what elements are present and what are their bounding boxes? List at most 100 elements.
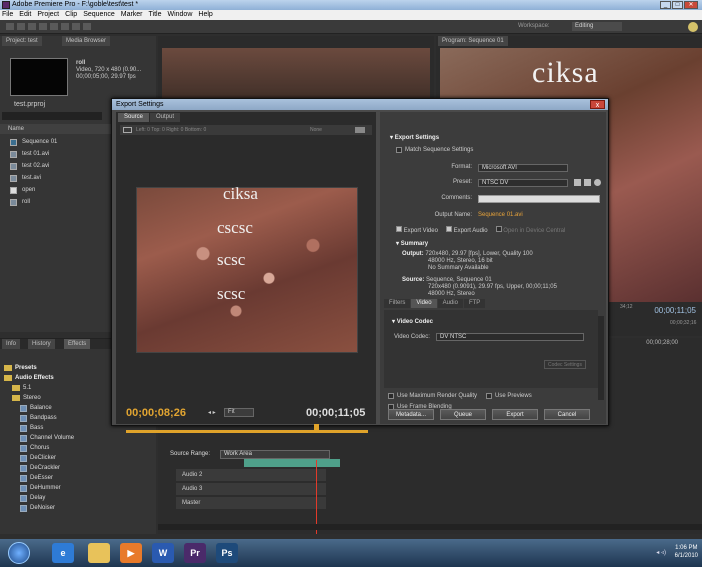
menu-edit[interactable]: Edit (19, 10, 31, 20)
open-device-central-checkbox[interactable] (495, 226, 502, 232)
tab-ftp[interactable]: FTP (463, 299, 486, 308)
output-name-link[interactable]: Sequence 01.avi (478, 212, 523, 218)
tab-info[interactable]: Info (2, 339, 21, 349)
tab-effects[interactable]: Effects (64, 339, 91, 349)
effects-tree-item[interactable]: DeClicker (4, 453, 154, 463)
current-timecode[interactable]: 00;00;08;26 (126, 407, 186, 419)
network-icon[interactable]: ◂ (656, 550, 659, 556)
ripple-edit-tool-icon[interactable] (28, 23, 36, 30)
media-player-icon[interactable]: ▶ (120, 543, 142, 563)
effects-tree-item[interactable]: DeHummer (4, 483, 154, 493)
menu-project[interactable]: Project (37, 10, 59, 20)
tab-source[interactable]: Source (118, 113, 150, 122)
export-audio-option[interactable]: Export Audio (445, 226, 488, 234)
dialog-close-button[interactable]: x (590, 100, 605, 109)
project-search-input[interactable] (2, 112, 102, 120)
tab-filters[interactable]: Filters (384, 299, 411, 308)
effects-tree-item[interactable]: DeEsser (4, 473, 154, 483)
menu-marker[interactable]: Marker (121, 10, 143, 20)
timeline-clip[interactable] (244, 459, 340, 467)
word-icon[interactable]: W (152, 543, 174, 563)
program-timecode[interactable]: 00;00;11;05 (654, 306, 696, 315)
project-file-name: test.prproj (14, 101, 46, 108)
use-previews-checkbox[interactable] (486, 393, 493, 399)
timeline-playhead[interactable] (316, 460, 317, 534)
max-render-checkbox[interactable] (388, 393, 394, 399)
crop-icon[interactable] (123, 127, 132, 133)
export-settings-header[interactable]: ▾ Export Settings (390, 134, 439, 141)
tab-output[interactable]: Output (150, 113, 181, 122)
workspace-select[interactable]: Editing (572, 22, 622, 31)
track-audio-3[interactable]: Audio 3 (176, 483, 326, 495)
menu-clip[interactable]: Clip (65, 10, 77, 20)
menu-sequence[interactable]: Sequence (83, 10, 115, 20)
minimize-button[interactable]: _ (660, 1, 671, 9)
video-codec-select[interactable]: DV NTSC (436, 333, 584, 341)
search-icon[interactable] (688, 22, 698, 32)
track-select-tool-icon[interactable] (17, 23, 25, 30)
effects-tree-item[interactable]: DeCrackler (4, 463, 154, 473)
settings-scrollbar[interactable] (598, 316, 604, 400)
format-select[interactable]: Microsoft AVI (478, 164, 568, 172)
razor-tool-icon[interactable] (39, 23, 47, 30)
effects-tree-item[interactable]: Channel Volume (4, 433, 154, 443)
effects-tree-item[interactable]: DeNoiser (4, 503, 154, 513)
clip-info: roll Video, 720 x 480 (0.90... 00;00;05;… (76, 60, 141, 81)
import-preset-icon[interactable] (584, 179, 591, 186)
premiere-icon[interactable]: Pr (184, 543, 206, 563)
match-sequence-checkbox[interactable] (396, 147, 402, 153)
clock[interactable]: 1:06 PM 6/1/2010 (675, 544, 698, 560)
match-sequence-option[interactable]: Match Sequence Settings (396, 147, 473, 153)
summary-header[interactable]: ▾ Summary (396, 240, 428, 247)
comments-input[interactable] (478, 195, 600, 203)
source-range-select[interactable]: Work Area (220, 450, 330, 459)
menu-help[interactable]: Help (198, 10, 212, 20)
timeline-scrollbar[interactable] (158, 524, 702, 530)
hand-tool-icon[interactable] (72, 23, 80, 30)
tab-audio[interactable]: Audio (437, 299, 463, 308)
maximize-button[interactable]: □ (672, 1, 683, 9)
export-button[interactable]: Export (492, 409, 538, 420)
summary-line: 720x480, 29.97 [fps], Lower, Quality 100 (425, 251, 533, 257)
save-preset-icon[interactable] (574, 179, 581, 186)
slip-tool-icon[interactable] (50, 23, 58, 30)
export-video-option[interactable]: Export Video (396, 226, 438, 234)
aspect-toggle-icon[interactable] (355, 127, 365, 133)
photoshop-icon[interactable]: Ps (216, 543, 238, 563)
menu-window[interactable]: Window (167, 10, 192, 20)
export-audio-checkbox[interactable] (445, 226, 452, 232)
folder-icon[interactable] (88, 543, 110, 563)
frame-step-buttons[interactable]: ◂ ▸ (208, 409, 216, 416)
zoom-fit-select[interactable]: Fit (224, 408, 254, 417)
effects-tree-item[interactable]: Chorus (4, 443, 154, 453)
queue-button[interactable]: Queue (440, 409, 486, 420)
open-device-central-option[interactable]: Open in Device Central (495, 226, 565, 234)
metadata-button[interactable]: Metadata... (388, 409, 434, 420)
video-codec-header[interactable]: ▾ Video Codec (392, 318, 433, 325)
pen-tool-icon[interactable] (61, 23, 69, 30)
close-button[interactable]: ✕ (684, 1, 698, 9)
track-audio-2[interactable]: Audio 2 (176, 469, 326, 481)
volume-icon[interactable]: ◃) (661, 550, 666, 556)
tab-project[interactable]: Project: test (2, 36, 42, 46)
work-area-bar[interactable] (126, 430, 368, 433)
start-button[interactable] (8, 542, 30, 564)
selection-tool-icon[interactable] (6, 23, 14, 30)
zoom-tool-icon[interactable] (83, 23, 91, 30)
tab-program[interactable]: Program: Sequence 01 (438, 36, 508, 46)
crop-aspect-select[interactable]: None (310, 125, 322, 135)
track-master[interactable]: Master (176, 497, 326, 509)
menu-file[interactable]: File (2, 10, 13, 20)
cancel-button[interactable]: Cancel (544, 409, 590, 420)
delete-preset-icon[interactable] (594, 179, 601, 186)
internet-explorer-icon[interactable]: e (52, 543, 74, 563)
codec-settings-button[interactable]: Codec Settings (544, 360, 586, 369)
menu-title[interactable]: Title (149, 10, 162, 20)
effects-tree-item[interactable]: Delay (4, 493, 154, 503)
export-video-checkbox[interactable] (396, 226, 402, 232)
project-item-label: Sequence 01 (22, 139, 58, 145)
tab-video[interactable]: Video (411, 299, 437, 308)
tab-media-browser[interactable]: Media Browser (62, 36, 111, 46)
tab-history[interactable]: History (28, 339, 55, 349)
preset-select[interactable]: NTSC DV (478, 179, 568, 187)
